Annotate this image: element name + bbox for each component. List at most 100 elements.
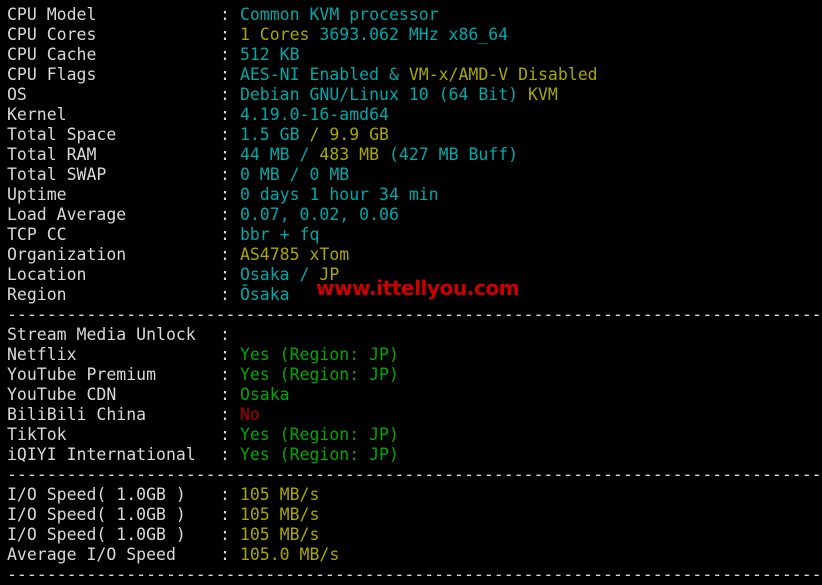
value-segment: 1.5 GB (239, 125, 310, 144)
row-colon: : (220, 425, 230, 444)
value-segment: AES-NI Enabled & (239, 65, 409, 84)
row-label: Load Average (7, 205, 127, 224)
row-label: CPU Model (7, 5, 97, 24)
info-row: TCP CC: bbr + fq (0, 225, 822, 245)
row-label: Uptime (7, 185, 67, 204)
row-label: Total Space (7, 125, 117, 144)
row-value: 105 MB/s (230, 525, 319, 544)
value-segment: Ōsaka (239, 285, 290, 304)
section-separator: ----------------------------------------… (7, 305, 822, 324)
row-value: Yes (Region: JP) (230, 345, 399, 364)
info-row: Stream Media Unlock: (0, 325, 822, 345)
info-row: Netflix: Yes (Region: JP) (0, 345, 822, 365)
row-value: No (230, 405, 260, 424)
row-value: 1 Cores 3693.062 MHz x86_64 (230, 25, 508, 44)
row-label: CPU Cores (7, 25, 97, 44)
info-row: iQIYI International: Yes (Region: JP) (0, 445, 822, 465)
value-segment: 105 MB/s (239, 505, 320, 524)
row-colon: : (220, 245, 230, 264)
row-colon: : (220, 5, 230, 24)
value-segment: 1 Cores (239, 25, 320, 44)
row-colon: : (220, 345, 230, 364)
row-value: bbr + fq (230, 225, 319, 244)
row-label: Average I/O Speed (7, 545, 176, 564)
row-label: Kernel (7, 105, 67, 124)
value-segment: 512 KB (239, 45, 300, 64)
info-row: OS: Debian GNU/Linux 10 (64 Bit) KVM (0, 85, 822, 105)
value-segment: 105 MB/s (239, 525, 320, 544)
row-value: 512 KB (230, 45, 300, 64)
value-segment: / 9.9 GB (309, 125, 389, 144)
row-value: Yes (Region: JP) (230, 445, 399, 464)
value-segment: 0 MB / 0 MB (239, 165, 350, 184)
row-colon: : (220, 45, 230, 64)
value-segment: KVM (528, 85, 558, 104)
value-segment: bbr + fq (239, 225, 320, 244)
row-colon: : (220, 405, 230, 424)
row-value (230, 325, 240, 344)
row-label: YouTube CDN (7, 385, 117, 404)
row-value: Common KVM processor (230, 5, 439, 24)
info-row: BiliBili China: No (0, 405, 822, 425)
value-segment: Yes (Region: JP) (239, 345, 399, 364)
row-label: CPU Cache (7, 45, 97, 64)
value-segment: Debian GNU/Linux 10 (64 Bit) (239, 85, 529, 104)
info-row: CPU Cores:1 Cores 3693.062 MHz x86_64 (0, 25, 822, 45)
section-separator: ----------------------------------------… (7, 465, 822, 484)
section-separator: ----------------------------------------… (7, 565, 822, 584)
row-label: CPU Flags (7, 65, 97, 84)
row-value: 0 days 1 hour 34 min (230, 185, 439, 204)
value-segment: 4.19.0-16-amd64 (239, 105, 389, 124)
value-segment: VM-x/AMD-V Disabled (408, 65, 598, 84)
value-segment: 483 MB (319, 145, 389, 164)
info-row: Total SWAP:0 MB / 0 MB (0, 165, 822, 185)
info-row: Total Space:1.5 GB / 9.9 GB (0, 125, 822, 145)
value-segment: 0 days 1 hour 34 min (239, 185, 439, 204)
row-value: Yes (Region: JP) (230, 365, 399, 384)
row-colon: : (220, 505, 230, 524)
row-value: Yes (Region: JP) (230, 425, 399, 444)
info-row: YouTube CDN: Osaka (0, 385, 822, 405)
info-row: I/O Speed( 1.0GB ):105 MB/s (0, 505, 822, 525)
row-value: 0.07, 0.02, 0.06 (230, 205, 399, 224)
value-segment: (427 MB Buff) (388, 145, 519, 164)
row-label: OS (7, 85, 27, 104)
row-value: Debian GNU/Linux 10 (64 Bit) KVM (230, 85, 558, 104)
row-colon: : (220, 265, 230, 284)
info-row: Uptime:0 days 1 hour 34 min (0, 185, 822, 205)
row-colon: : (220, 445, 230, 464)
row-value: Osaka (230, 385, 290, 404)
value-segment: AS4785 xTom (239, 245, 350, 264)
row-label: I/O Speed( 1.0GB ) (7, 525, 186, 544)
row-value: AES-NI Enabled & VM-x/AMD-V Disabled (230, 65, 598, 84)
row-value: 105 MB/s (230, 505, 319, 524)
info-row: I/O Speed( 1.0GB ):105 MB/s (0, 525, 822, 545)
row-colon: : (220, 145, 230, 164)
value-segment: Yes (Region: JP) (239, 445, 399, 464)
info-row: Average I/O Speed:105.0 MB/s (0, 545, 822, 565)
row-label: TCP CC (7, 225, 67, 244)
value-segment: 44 MB / (239, 145, 320, 164)
row-value: Ōsaka (230, 285, 290, 304)
value-segment: Yes (Region: JP) (239, 425, 399, 444)
row-label: I/O Speed( 1.0GB ) (7, 505, 186, 524)
row-label: Region (7, 285, 67, 304)
value-segment: Common KVM processor (239, 5, 439, 24)
info-row: CPU Cache:512 KB (0, 45, 822, 65)
value-segment: Osaka (239, 385, 290, 404)
row-colon: : (220, 325, 230, 344)
terminal-window: www.ittellyou.com CPU Model: Common KVM p… (0, 0, 822, 584)
row-label: Location (7, 265, 87, 284)
row-label: iQIYI International (7, 445, 196, 464)
info-row: YouTube Premium: Yes (Region: JP) (0, 365, 822, 385)
row-value: 0 MB / 0 MB (230, 165, 349, 184)
value-segment: 105.0 MB/s (239, 545, 340, 564)
row-colon: : (220, 225, 230, 244)
row-value: AS4785 xTom (230, 245, 349, 264)
value-segment: No (239, 405, 260, 424)
row-value: 105 MB/s (230, 485, 319, 504)
row-value: 105.0 MB/s (230, 545, 339, 564)
row-colon: : (220, 485, 230, 504)
row-colon: : (220, 105, 230, 124)
row-label: TikTok (7, 425, 67, 444)
